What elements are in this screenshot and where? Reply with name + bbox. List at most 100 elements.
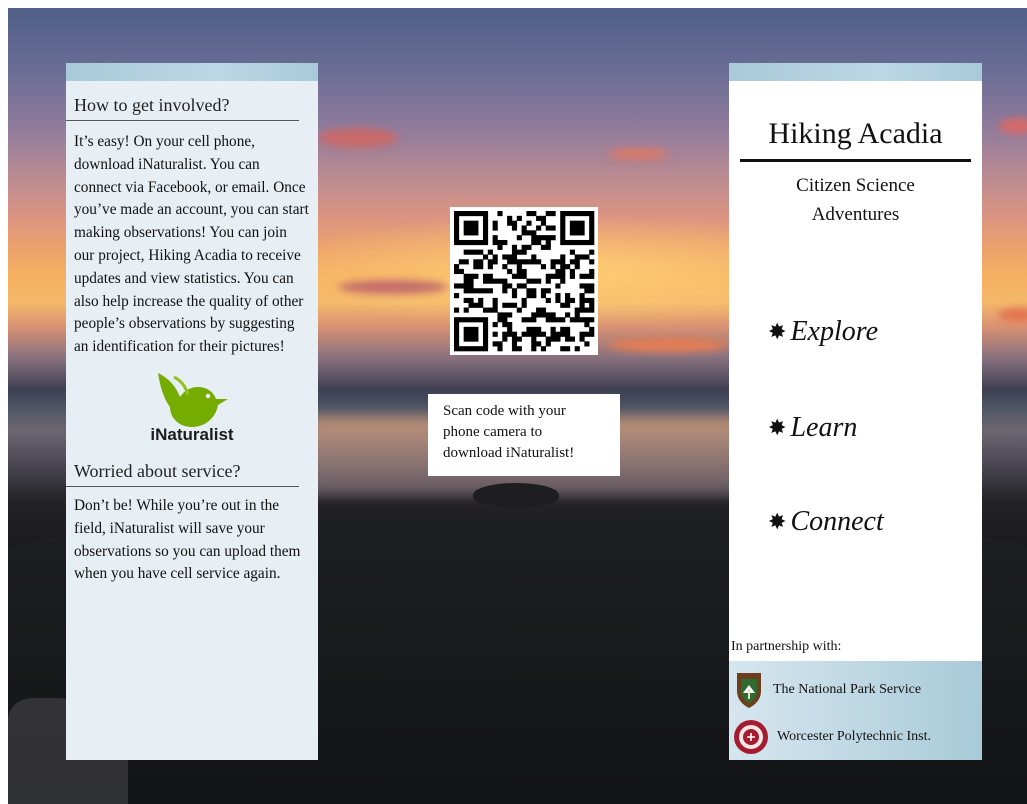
qr-module — [473, 302, 479, 308]
qr-module — [511, 336, 518, 342]
cloud — [608, 338, 728, 352]
caption-line: phone camera to — [443, 424, 543, 440]
qr-module — [468, 336, 474, 342]
qr-module — [550, 259, 556, 265]
qr-module — [482, 336, 489, 342]
qr-module — [569, 259, 575, 265]
qr-module — [584, 307, 590, 313]
qr-module — [454, 215, 460, 221]
qr-module — [492, 259, 498, 265]
qr-module — [540, 288, 547, 294]
qr-module — [478, 288, 484, 294]
qr-module — [545, 341, 551, 347]
qr-module — [531, 341, 537, 347]
qr-module — [497, 278, 503, 284]
qr-module — [589, 317, 595, 323]
qr-module — [565, 211, 571, 217]
qr-module — [545, 288, 551, 294]
qr-module — [482, 331, 489, 337]
qr-module — [540, 264, 547, 270]
qr-module — [516, 259, 522, 265]
qr-module — [463, 220, 469, 226]
qr-code-icon — [454, 211, 595, 352]
qr-module — [560, 225, 566, 231]
qr-module — [540, 312, 547, 318]
qr-module — [560, 211, 566, 217]
qr-module — [531, 259, 537, 265]
qr-module — [589, 307, 595, 313]
qr-module — [589, 259, 595, 265]
qr-module — [565, 297, 571, 304]
qr-module — [463, 336, 469, 342]
verb-label: Learn — [790, 412, 858, 443]
qr-module — [454, 322, 460, 328]
qr-module — [482, 317, 489, 323]
qr-module — [482, 230, 489, 236]
partners-box: The National Park Service Worcester Poly… — [729, 661, 982, 760]
qr-module — [511, 254, 518, 260]
qr-module — [584, 273, 590, 279]
qr-module — [487, 264, 493, 270]
qr-module — [507, 259, 513, 265]
qr-module — [502, 317, 508, 323]
qr-module — [589, 326, 595, 332]
qr-module — [497, 312, 503, 318]
qr-module — [584, 317, 590, 323]
qr-module — [463, 346, 469, 352]
qr-module — [511, 249, 518, 255]
qr-module — [545, 244, 551, 250]
qr-module — [458, 239, 464, 246]
qr-module — [454, 317, 460, 323]
qr-module — [540, 346, 547, 352]
qr-module — [497, 341, 503, 347]
qr-module — [502, 278, 508, 284]
qr-module — [468, 297, 474, 304]
left-panel: How to get involved? It’s easy! On your … — [66, 63, 318, 760]
qr-module — [473, 259, 479, 265]
qr-module — [458, 283, 464, 289]
qr-module — [569, 230, 575, 236]
qr-module — [550, 273, 556, 279]
qr-module — [468, 273, 474, 279]
qr-module — [502, 239, 508, 246]
star-burst-icon: ✸ — [768, 509, 787, 534]
qr-module — [468, 225, 474, 231]
qr-module — [473, 331, 479, 337]
qr-module — [531, 211, 537, 217]
qr-module — [536, 259, 542, 265]
qr-module — [579, 239, 585, 246]
qr-module — [511, 293, 518, 299]
qr-module — [454, 283, 460, 289]
qr-module — [473, 326, 479, 332]
verb-label: Connect — [790, 506, 884, 537]
qr-module — [579, 220, 585, 226]
qr-module — [454, 220, 460, 226]
qr-module — [579, 283, 585, 289]
qr-module — [574, 239, 580, 246]
qr-module — [516, 249, 522, 255]
qr-module — [569, 268, 575, 275]
qr-module — [458, 346, 464, 352]
qr-module — [531, 326, 537, 332]
qr-module — [468, 331, 474, 337]
partner-wpi: Worcester Polytechnic Inst. — [733, 719, 931, 755]
qr-module — [574, 225, 580, 231]
qr-module — [574, 220, 580, 226]
qr-module — [454, 235, 460, 241]
qr-module — [454, 326, 460, 332]
qr-module — [511, 225, 518, 231]
qr-module — [589, 249, 595, 255]
qr-module — [550, 331, 556, 337]
qr-module — [473, 336, 479, 342]
qr-module — [579, 297, 585, 304]
title-divider — [740, 159, 971, 162]
qr-module — [526, 293, 532, 299]
star-burst-icon: ✸ — [768, 415, 787, 440]
arrowhead-icon — [737, 673, 761, 708]
qr-module — [526, 259, 532, 265]
involvement-text: It’s easy! On your cell phone, download … — [74, 133, 309, 356]
qr-module — [487, 259, 493, 265]
verb-label: Explore — [790, 316, 879, 347]
star-burst-icon: ✸ — [768, 319, 787, 344]
qr-code[interactable] — [450, 207, 598, 355]
